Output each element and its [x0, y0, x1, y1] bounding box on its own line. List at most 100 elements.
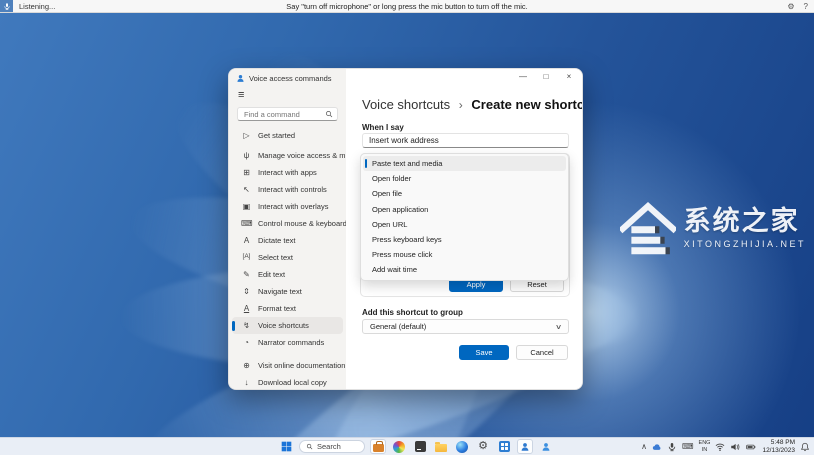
- taskbar-app-settings[interactable]: ⚙: [475, 439, 491, 454]
- sidebar-item-voice-shortcuts[interactable]: ↯ Voice shortcuts: [232, 317, 343, 334]
- sidebar-item-label: Interact with overlays: [258, 202, 329, 211]
- sidebar-item-download-local-copy[interactable]: ↓ Download local copy: [232, 374, 343, 389]
- minimize-button[interactable]: —: [518, 72, 528, 81]
- watermark-site: XITONGZHIJIA.NET: [683, 238, 806, 249]
- taskbar-app-photos[interactable]: [391, 439, 407, 454]
- sidebar-item-get-started[interactable]: ▷ Get started: [232, 127, 343, 144]
- sidebar-nav: ▷ Get started ψ Manage voice access & mi…: [229, 127, 351, 389]
- xitongzhijia-logo-icon: [620, 200, 676, 256]
- photos-pinwheel-icon: [393, 440, 405, 453]
- voice-access-commands-window: Voice access commands ≡ ▷ Get started ψ …: [228, 68, 583, 390]
- sidebar-item-label: Visit online documentation: [258, 361, 346, 370]
- page-title: Create new shortcut: [471, 97, 583, 112]
- option-paste-text-and-media[interactable]: Paste text and media: [363, 156, 566, 172]
- voice-settings-icon[interactable]: ⚙: [787, 2, 794, 11]
- sidebar-item-label: Format text: [258, 304, 296, 313]
- maximize-button[interactable]: □: [541, 72, 551, 81]
- search-input[interactable]: [242, 108, 325, 120]
- taskbar-search-label: Search: [317, 442, 341, 451]
- notification-bell-icon[interactable]: [800, 442, 810, 452]
- wifi-icon[interactable]: [715, 442, 725, 452]
- onedrive-cloud-icon[interactable]: [652, 442, 662, 452]
- window-title: Voice access commands: [249, 74, 332, 83]
- voice-access-person-icon: [520, 442, 530, 452]
- sidebar-item-format-text[interactable]: A Format text: [232, 300, 343, 317]
- sidebar-item-label: Edit text: [258, 270, 286, 279]
- download-icon: ↓: [244, 377, 249, 387]
- clock[interactable]: 5:48 PM 12/13/2023: [762, 439, 795, 455]
- sidebar-item-control-mouse-keyboard[interactable]: ⌨ Control mouse & keyboard: [232, 215, 347, 232]
- taskbar-app-terminal[interactable]: [412, 439, 428, 454]
- group-select-value: General (default): [370, 322, 427, 331]
- battery-icon[interactable]: [745, 442, 757, 452]
- keyboard-icon: ⌨: [241, 218, 253, 228]
- voice-help-icon[interactable]: ?: [804, 2, 808, 11]
- sidebar-item-dictate-text[interactable]: A Dictate text: [232, 232, 343, 249]
- close-button[interactable]: ×: [564, 72, 574, 81]
- sidebar-item-label: Navigate text: [258, 287, 302, 296]
- listening-hint: Say "turn off microphone" or long press …: [286, 1, 528, 11]
- store-icon: [498, 441, 510, 452]
- sidebar-item-label: Manage voice access & mic: [258, 151, 351, 160]
- sidebar-item-interact-with-controls[interactable]: ↖ Interact with controls: [232, 181, 343, 198]
- command-search-box[interactable]: [237, 107, 338, 121]
- tray-mic-icon[interactable]: [667, 442, 677, 452]
- sidebar-item-select-text[interactable]: [A] Select text: [232, 249, 343, 266]
- language-indicator[interactable]: ENG IN: [699, 440, 711, 452]
- option-open-url[interactable]: Open URL: [363, 217, 566, 232]
- when-i-say-input[interactable]: [362, 133, 569, 148]
- option-open-application[interactable]: Open application: [363, 202, 566, 217]
- option-open-folder[interactable]: Open folder: [363, 171, 566, 186]
- briefcase-icon: [372, 441, 384, 452]
- dark-app-icon: [414, 441, 426, 452]
- group-label: Add this shortcut to group: [362, 308, 463, 317]
- taskbar-app-accessibility[interactable]: [538, 439, 554, 454]
- sidebar-item-interact-with-apps[interactable]: ⊞ Interact with apps: [232, 164, 343, 181]
- volume-icon[interactable]: [730, 442, 740, 452]
- voice-access-listening-bar: Listening... Say "turn off microphone" o…: [0, 0, 814, 13]
- navigate-arrows-icon: ⇕: [243, 286, 250, 296]
- option-add-wait-time[interactable]: Add wait time: [363, 262, 566, 277]
- sidebar-item-edit-text[interactable]: ✎ Edit text: [232, 266, 343, 283]
- taskbar-app-edge[interactable]: [454, 439, 470, 454]
- sidebar-item-online-documentation[interactable]: ⊕ Visit online documentation: [232, 357, 346, 374]
- sidebar-item-label: Interact with apps: [258, 168, 317, 177]
- breadcrumb-voice-shortcuts[interactable]: Voice shortcuts: [362, 97, 450, 112]
- sidebar-item-interact-with-overlays[interactable]: ▣ Interact with overlays: [232, 198, 343, 215]
- globe-icon: ⊕: [243, 360, 250, 370]
- start-button[interactable]: [278, 439, 294, 454]
- taskbar-search[interactable]: Search: [299, 440, 365, 453]
- option-press-keyboard-keys[interactable]: Press keyboard keys: [363, 232, 566, 247]
- taskbar-app-file-explorer[interactable]: [433, 439, 449, 454]
- window-controls: — □ ×: [518, 72, 574, 81]
- sidebar-item-label: Interact with controls: [258, 185, 327, 194]
- watermark: 系统之家 XITONGZHIJIA.NET: [620, 200, 806, 256]
- sidebar-item-narrator-commands[interactable]: ◔ Narrator commands: [232, 334, 343, 351]
- sidebar-item-manage-voice-access[interactable]: ψ Manage voice access & mic: [232, 147, 351, 164]
- taskbar-app-voice-access[interactable]: [517, 439, 533, 454]
- cancel-button[interactable]: Cancel: [516, 345, 568, 360]
- breadcrumb-separator-icon: ›: [458, 98, 463, 112]
- sidebar-item-navigate-text[interactable]: ⇕ Navigate text: [232, 283, 343, 300]
- dictate-text-icon: A: [243, 235, 250, 245]
- sidebar-item-label: Control mouse & keyboard: [258, 219, 347, 228]
- folder-icon: [435, 442, 447, 452]
- watermark-title: 系统之家: [683, 206, 800, 237]
- pencil-icon: ✎: [243, 269, 250, 279]
- touch-keyboard-icon[interactable]: ⌨: [682, 442, 694, 451]
- format-text-icon: A: [243, 303, 250, 313]
- save-button[interactable]: Save: [459, 345, 509, 360]
- main-pane: — □ × Voice shortcuts › Create new short…: [346, 69, 582, 389]
- option-open-file[interactable]: Open file: [363, 186, 566, 201]
- tray-chevron-up-icon[interactable]: ∧: [641, 442, 647, 451]
- select-text-icon: [A]: [242, 253, 251, 261]
- hamburger-menu-icon[interactable]: ≡: [238, 90, 346, 101]
- action-dropdown-flyout: Paste text and media Open folder Open fi…: [360, 153, 569, 281]
- taskbar-app-briefcase[interactable]: [370, 439, 386, 454]
- sidebar-item-label: Download local copy: [258, 378, 327, 387]
- option-press-mouse-click[interactable]: Press mouse click: [363, 247, 566, 262]
- search-icon: [325, 110, 333, 118]
- when-i-say-label: When I say: [362, 123, 404, 132]
- group-select[interactable]: General (default) ∨: [362, 319, 569, 334]
- taskbar-app-store[interactable]: [496, 439, 512, 454]
